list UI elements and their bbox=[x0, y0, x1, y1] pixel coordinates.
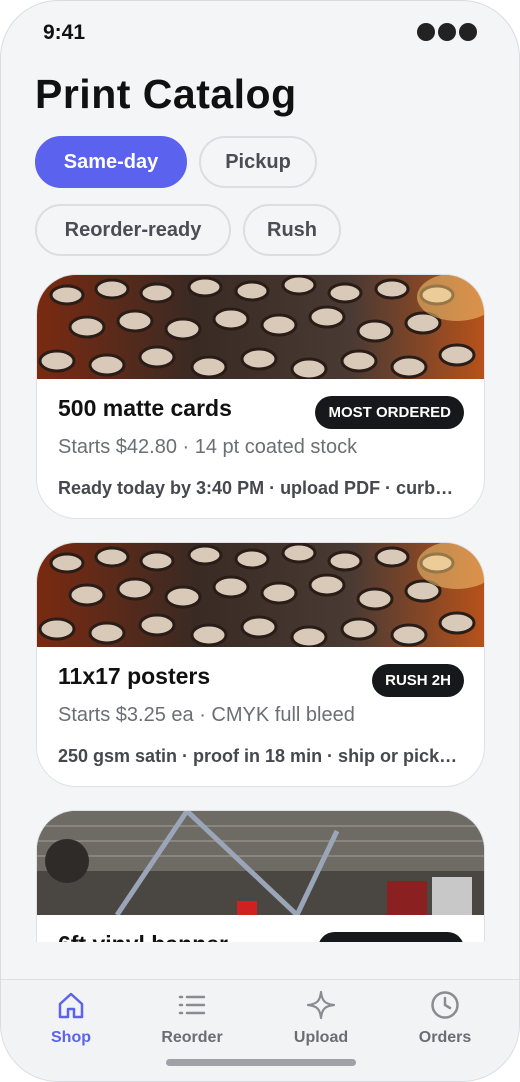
card-title: 500 matte cards bbox=[58, 395, 232, 421]
typewriter-keys-image bbox=[37, 275, 484, 379]
list-icon bbox=[178, 995, 206, 1015]
tab-label: Orders bbox=[418, 1029, 472, 1046]
filter-chip-rush[interactable]: Rush bbox=[243, 204, 341, 256]
status-badge bbox=[318, 932, 464, 942]
bicycle-workshop-image bbox=[37, 811, 484, 915]
status-badge: MOST ORDERED bbox=[315, 396, 464, 429]
page-title: Print Catalog bbox=[35, 71, 297, 117]
status-icons bbox=[417, 23, 477, 41]
home-icon bbox=[58, 992, 84, 1019]
tab-label: Upload bbox=[293, 1029, 349, 1046]
tab-reorder[interactable]: Reorder bbox=[137, 980, 247, 1060]
product-card[interactable]: 500 matte cards MOST ORDERED Starts $42.… bbox=[36, 274, 485, 519]
filter-chip-same-day[interactable]: Same-day bbox=[35, 136, 187, 188]
card-details: 250 gsm satin · proof in 18 min · ship o… bbox=[58, 746, 461, 766]
card-title: 11x17 posters bbox=[58, 663, 211, 689]
card-title: 6ft vinyl banner bbox=[58, 931, 228, 942]
status-dot bbox=[438, 23, 456, 41]
card-price: Starts $42.80 · 14 pt coated stock bbox=[58, 436, 358, 458]
tab-label: Shop bbox=[51, 1029, 91, 1046]
sparkle-icon bbox=[306, 990, 336, 1020]
tab-upload[interactable]: Upload bbox=[266, 980, 376, 1060]
tab-bar: Shop Reorder Upload Orders bbox=[1, 979, 519, 1081]
tab-orders[interactable]: Orders bbox=[390, 980, 500, 1060]
status-dot bbox=[459, 23, 477, 41]
status-dot bbox=[417, 23, 435, 41]
card-price: Starts $3.25 ea · CMYK full bleed bbox=[58, 704, 355, 726]
status-time: 9:41 bbox=[43, 21, 86, 44]
card-details: Ready today by 3:40 PM · upload PDF · cu… bbox=[58, 478, 461, 498]
clock-icon bbox=[431, 991, 459, 1019]
filter-chip-reorder-ready[interactable]: Reorder-ready bbox=[35, 204, 231, 256]
tab-shop[interactable]: Shop bbox=[16, 980, 126, 1060]
product-card[interactable]: 11x17 posters RUSH 2H Starts $3.25 ea · … bbox=[36, 542, 485, 787]
filter-chip-pickup[interactable]: Pickup bbox=[199, 136, 317, 188]
typewriter-keys-image bbox=[37, 543, 484, 647]
product-card[interactable]: 6ft vinyl banner bbox=[36, 810, 485, 942]
product-list[interactable]: 500 matte cards MOST ORDERED Starts $42.… bbox=[1, 269, 519, 942]
phone-frame: 9:41 Print Catalog Same-day Pickup Reord… bbox=[0, 0, 520, 1082]
tab-label: Reorder bbox=[161, 1029, 223, 1046]
home-indicator[interactable] bbox=[166, 1059, 356, 1066]
status-badge: RUSH 2H bbox=[372, 664, 464, 697]
